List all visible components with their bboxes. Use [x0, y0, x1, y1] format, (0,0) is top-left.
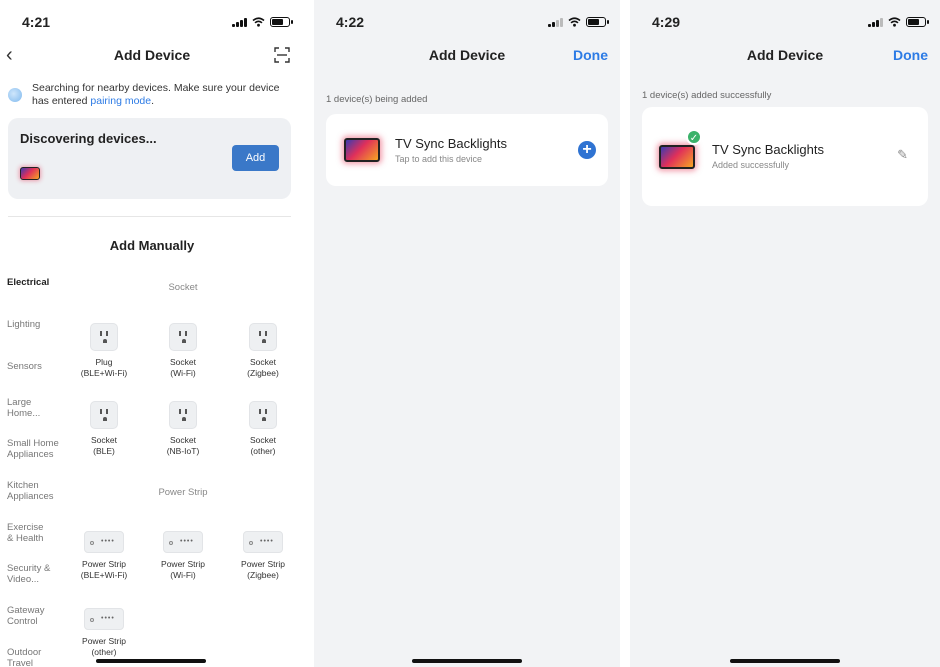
search-hint-text: Searching for nearby devices. Make sure … [32, 82, 280, 107]
status-bar: 4:29 [630, 12, 940, 32]
socket-icon [90, 323, 118, 351]
add-button[interactable]: Add [232, 145, 279, 171]
tv-backlight-icon [659, 145, 695, 169]
home-indicator[interactable] [412, 659, 522, 663]
category-gateway-control[interactable]: Gateway Control [7, 605, 47, 627]
done-button[interactable]: Done [573, 47, 608, 63]
power-strip-icon: •••• [84, 531, 124, 553]
section-power-strip: Power Strip [158, 487, 208, 498]
searching-indicator-icon [8, 88, 22, 102]
category-electrical[interactable]: Electrical [7, 277, 67, 288]
status-icons [548, 17, 609, 27]
status-time: 4:22 [336, 14, 365, 30]
panel-divider [304, 0, 314, 667]
done-button[interactable]: Done [893, 47, 928, 63]
category-outdoor-travel[interactable]: Outdoor Travel [7, 647, 47, 667]
discovering-card: Discovering devices... Add [8, 118, 291, 199]
added-status: 1 device(s) added successfully [642, 90, 772, 101]
wifi-icon [252, 17, 265, 27]
category-lighting[interactable]: Lighting [7, 319, 67, 330]
pairing-mode-link[interactable]: pairing mode [90, 95, 151, 107]
add-device-screen-success: 4:29 Add Device Done 1 device(s) added s… [630, 0, 940, 667]
status-icons [868, 17, 929, 27]
status-bar: 4:21 [0, 12, 304, 32]
wifi-icon [568, 17, 581, 27]
category-exercise-health[interactable]: Exercise & Health [7, 522, 52, 544]
tv-backlight-icon [20, 167, 40, 180]
device-name: TV Sync Backlights [712, 142, 824, 157]
category-kitchen-appliances[interactable]: Kitchen Appliances [7, 480, 67, 502]
device-tile[interactable]: •••• Power Strip (Zigbee) [228, 531, 298, 581]
socket-icon [90, 401, 118, 429]
tv-backlight-icon [344, 138, 380, 162]
signal-icon [868, 17, 883, 27]
power-strip-icon: •••• [163, 531, 203, 553]
status-time: 4:21 [22, 14, 51, 30]
pencil-icon[interactable]: ✎ [897, 147, 908, 163]
device-card[interactable]: ✓ TV Sync Backlights Added successfully … [642, 107, 928, 206]
category-small-home-appliances[interactable]: Small Home Appliances [7, 438, 67, 460]
divider [8, 216, 291, 217]
device-tile[interactable]: Socket (BLE) [69, 401, 139, 457]
battery-icon [586, 17, 609, 27]
add-device-screen-searching: 4:21 ‹ Add Device Searching for nearby d… [0, 0, 304, 667]
search-hint: Searching for nearby devices. Make sure … [8, 82, 290, 108]
add-device-screen-adding: 4:22 Add Device Done 1 device(s) being a… [314, 0, 620, 667]
discovered-device-thumbnail[interactable] [20, 167, 40, 180]
socket-icon [249, 401, 277, 429]
wifi-icon [888, 17, 901, 27]
category-large-home[interactable]: Large Home... [7, 397, 47, 419]
plus-circle-icon[interactable]: + [578, 141, 596, 159]
panel-divider [620, 0, 630, 667]
category-sensors[interactable]: Sensors [7, 361, 67, 372]
socket-icon [169, 401, 197, 429]
add-manually-heading: Add Manually [109, 238, 195, 253]
socket-icon [169, 323, 197, 351]
battery-icon [906, 17, 929, 27]
scan-icon[interactable] [274, 47, 290, 63]
status-time: 4:29 [652, 14, 681, 30]
check-icon: ✓ [686, 129, 702, 145]
device-tile[interactable]: Socket (NB-IoT) [148, 401, 218, 457]
device-tile[interactable]: •••• Power Strip (Wi-Fi) [148, 531, 218, 581]
discovering-title: Discovering devices... [20, 131, 157, 146]
power-strip-icon: •••• [84, 608, 124, 630]
battery-icon [270, 17, 293, 27]
device-name: TV Sync Backlights [395, 136, 507, 151]
nav-bar: Add Device Done [314, 44, 620, 66]
status-icons [232, 17, 293, 27]
device-tile[interactable]: Plug (BLE+Wi-Fi) [69, 323, 139, 379]
device-status: Added successfully [712, 160, 790, 170]
status-bar: 4:22 [314, 12, 620, 32]
signal-icon [232, 17, 247, 27]
adding-status: 1 device(s) being added [326, 94, 428, 105]
category-security-video[interactable]: Security & Video... [7, 563, 55, 585]
device-card[interactable]: TV Sync Backlights Tap to add this devic… [326, 114, 608, 186]
device-tile[interactable]: Socket (other) [228, 401, 298, 457]
device-tile[interactable]: Socket (Wi-Fi) [148, 323, 218, 379]
section-socket: Socket [168, 282, 198, 293]
device-hint: Tap to add this device [395, 154, 483, 164]
power-strip-icon: •••• [243, 531, 283, 553]
nav-bar: Add Device Done [630, 44, 940, 66]
device-tile[interactable]: Socket (Zigbee) [228, 323, 298, 379]
device-tile[interactable]: •••• Power Strip (BLE+Wi-Fi) [69, 531, 139, 581]
page-title: Add Device [113, 47, 191, 63]
device-tile[interactable]: •••• Power Strip (other) [69, 608, 139, 658]
signal-icon [548, 17, 563, 27]
home-indicator[interactable] [730, 659, 840, 663]
home-indicator[interactable] [96, 659, 206, 663]
nav-bar: ‹ Add Device [0, 44, 304, 66]
socket-icon [249, 323, 277, 351]
